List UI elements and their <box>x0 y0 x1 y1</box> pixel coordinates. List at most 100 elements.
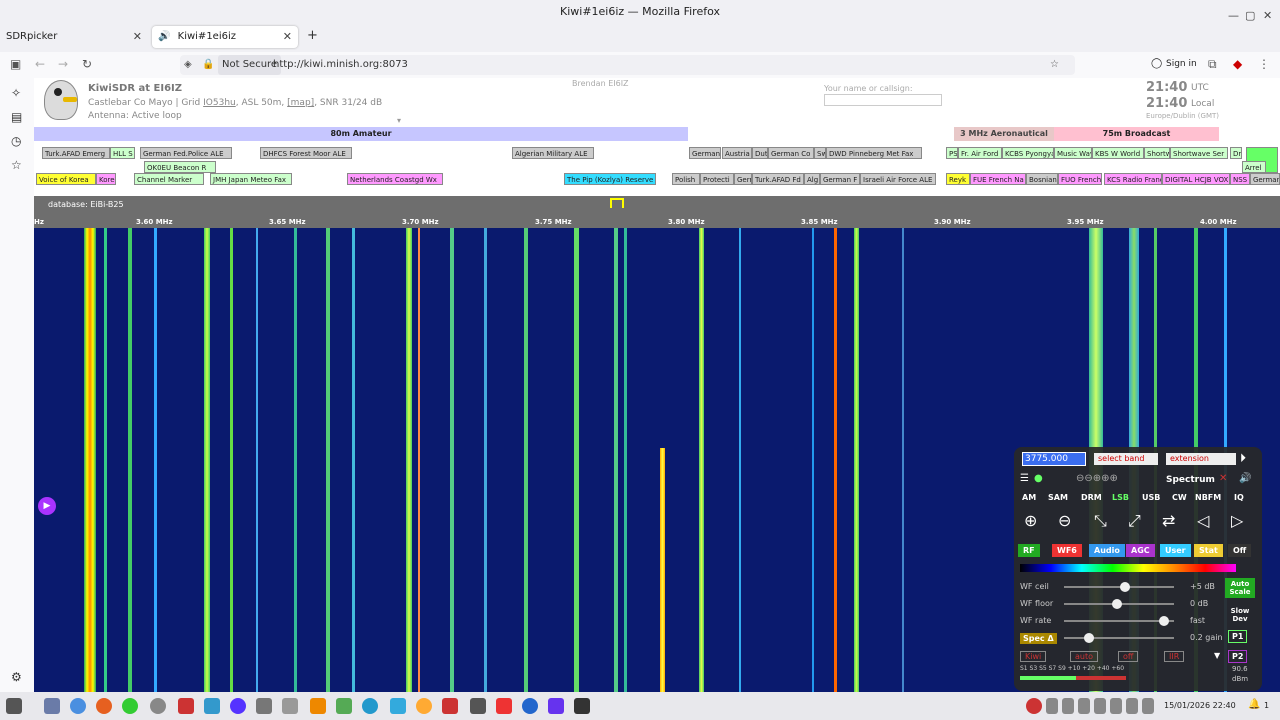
new-tab-icon[interactable]: + <box>307 28 318 43</box>
zoom-band-icon[interactable]: ⤢ <box>1128 511 1141 531</box>
ai-sparkle-icon[interactable]: ✧ <box>11 86 21 100</box>
station-label[interactable]: KCS Radio France <box>1104 173 1162 185</box>
wf-ceil-knob[interactable] <box>1120 582 1130 592</box>
station-label[interactable]: Turk.AFAD Emerg <box>42 147 110 159</box>
forward-icon[interactable]: → <box>58 57 68 71</box>
chrome-icon[interactable] <box>70 698 86 714</box>
station-label[interactable]: Israeli Air Force ALE <box>860 173 936 185</box>
app-icon[interactable] <box>150 698 166 714</box>
tab-user[interactable]: User <box>1160 544 1191 557</box>
spectrum-button[interactable]: Spectrum <box>1166 475 1215 485</box>
station-label[interactable]: DHFCS Forest Moor ALE <box>260 147 352 159</box>
station-label[interactable]: Dut <box>752 147 768 159</box>
station-label[interactable]: Bosnian <box>1026 173 1058 185</box>
station-label[interactable]: Korea <box>96 173 116 185</box>
frequency-scale[interactable]: database: EiBi-B25 Hz 3.60 MHz 3.65 MHz … <box>34 196 1280 228</box>
wf-rate-knob[interactable] <box>1159 616 1169 626</box>
volume-icon[interactable]: 🔊 <box>1239 473 1251 484</box>
tab-wf[interactable]: WF6 <box>1052 544 1082 557</box>
menu-icon[interactable]: ⋮ <box>1258 57 1270 71</box>
tab-rf[interactable]: RF <box>1018 544 1040 557</box>
station-label[interactable]: KBS W World <box>1092 147 1144 159</box>
select-band-dropdown[interactable]: select band <box>1094 453 1158 465</box>
bookmarks-icon[interactable]: ☆ <box>11 158 22 172</box>
sidebar-toggle-icon[interactable]: ▣ <box>10 57 21 71</box>
station-label[interactable]: The Pip (Kozlya) Reserve <box>564 173 656 185</box>
station-label[interactable]: Protecti <box>700 173 734 185</box>
extensions-icon[interactable]: ⧉ <box>1208 57 1217 72</box>
mode-drm[interactable]: DRM <box>1081 493 1102 502</box>
grid-link[interactable]: IO53hu <box>203 98 236 108</box>
station-label[interactable]: OK0EU Beacon R <box>144 161 216 173</box>
app-icon[interactable] <box>470 698 486 714</box>
station-label[interactable]: Netherlands Coastgd Wx <box>347 173 443 185</box>
mute-icon[interactable]: ✕ <box>1219 473 1227 484</box>
zoom-steps-icon[interactable]: ⊖⊖⊕⊕⊕ <box>1076 473 1118 484</box>
tab-off[interactable]: Off <box>1228 544 1252 557</box>
station-label[interactable]: Sw <box>814 147 826 159</box>
band-80m-amateur[interactable]: 80m Amateur <box>34 127 688 141</box>
station-label[interactable]: PS <box>946 147 958 159</box>
whatsapp-icon[interactable] <box>122 698 138 714</box>
tray-icon[interactable] <box>1078 698 1090 714</box>
mode-cw[interactable]: CW <box>1172 493 1187 502</box>
mode-sam[interactable]: SAM <box>1048 493 1068 502</box>
station-label[interactable]: Alg <box>804 173 820 185</box>
band-75m-broadcast[interactable]: 75m Broadcast <box>1054 127 1219 141</box>
spec-slider[interactable] <box>1064 637 1174 639</box>
station-label[interactable]: Music Way <box>1054 147 1092 159</box>
station-label[interactable]: Algerian Military ALE <box>512 147 594 159</box>
media-icon[interactable] <box>310 698 326 714</box>
app-icon[interactable] <box>256 698 272 714</box>
station-label[interactable]: German Fed.Police ALE <box>140 147 232 159</box>
station-label[interactable]: Polish <box>672 173 700 185</box>
app-icon[interactable] <box>336 698 352 714</box>
tab-audio[interactable]: Audio <box>1089 544 1125 557</box>
spec-delta-button[interactable]: Spec Δ <box>1020 633 1057 644</box>
telegram-icon[interactable] <box>362 698 378 714</box>
station-label[interactable]: Gerr <box>734 173 752 185</box>
tray-icon[interactable] <box>1126 698 1138 714</box>
station-label[interactable]: Arrel <box>1242 161 1266 173</box>
close-tab-icon[interactable]: ✕ <box>283 26 292 48</box>
station-label[interactable]: Channel Marker <box>134 173 204 185</box>
station-label[interactable]: German Co <box>768 147 814 159</box>
taskbar-clock[interactable]: 15/01/2026 22:40 <box>1164 701 1236 710</box>
map-link[interactable]: [map] <box>287 98 314 108</box>
chevron-down-icon[interactable]: ▼ <box>1214 651 1220 660</box>
zoom-max-icon[interactable]: ⤡ <box>1094 511 1107 531</box>
tray-icon[interactable] <box>1026 698 1042 714</box>
auto-scale-button[interactable]: Auto Scale <box>1225 578 1255 598</box>
tray-icon[interactable] <box>1110 698 1122 714</box>
station-label[interactable]: German F <box>820 173 860 185</box>
station-label[interactable]: DIGITAL HCJB VOX <box>1162 173 1230 185</box>
mode-am[interactable]: AM <box>1022 493 1036 502</box>
station-label[interactable]: NSS I <box>1230 173 1250 185</box>
tray-icon[interactable] <box>1062 698 1074 714</box>
p1-button[interactable]: P1 <box>1228 630 1248 643</box>
mode-iq[interactable]: IQ <box>1234 493 1244 502</box>
close-tab-icon[interactable]: ✕ <box>133 26 142 48</box>
bluetooth-icon[interactable] <box>522 698 538 714</box>
firefox-icon[interactable] <box>96 698 112 714</box>
station-label[interactable]: Reyk <box>946 173 970 185</box>
app-icon[interactable] <box>230 698 246 714</box>
tray-icon[interactable] <box>1046 698 1058 714</box>
frequency-input[interactable]: 3775.000 <box>1022 452 1086 466</box>
band-aeronautical[interactable]: 3 MHz Aeronautical <box>954 127 1054 141</box>
station-label[interactable]: Austria <box>722 147 752 159</box>
wf-ceil-slider[interactable] <box>1064 586 1174 588</box>
back-icon[interactable]: ← <box>35 57 45 71</box>
name-input[interactable] <box>824 94 942 106</box>
wf-floor-knob[interactable] <box>1112 599 1122 609</box>
zoom-in-icon[interactable]: ⊕ <box>1024 511 1037 530</box>
app-icon[interactable] <box>390 698 406 714</box>
station-label[interactable]: German <box>1250 173 1280 185</box>
mode-usb[interactable]: USB <box>1142 493 1160 502</box>
extension-dropdown[interactable]: extension <box>1166 453 1236 465</box>
tray-icon[interactable] <box>1142 698 1154 714</box>
station-label[interactable]: Dr <box>1230 147 1242 159</box>
play-side-icon[interactable]: ▶ <box>38 497 56 515</box>
filter-select[interactable]: IIR <box>1164 651 1185 662</box>
station-label[interactable]: KCBS Pyongya <box>1002 147 1054 159</box>
